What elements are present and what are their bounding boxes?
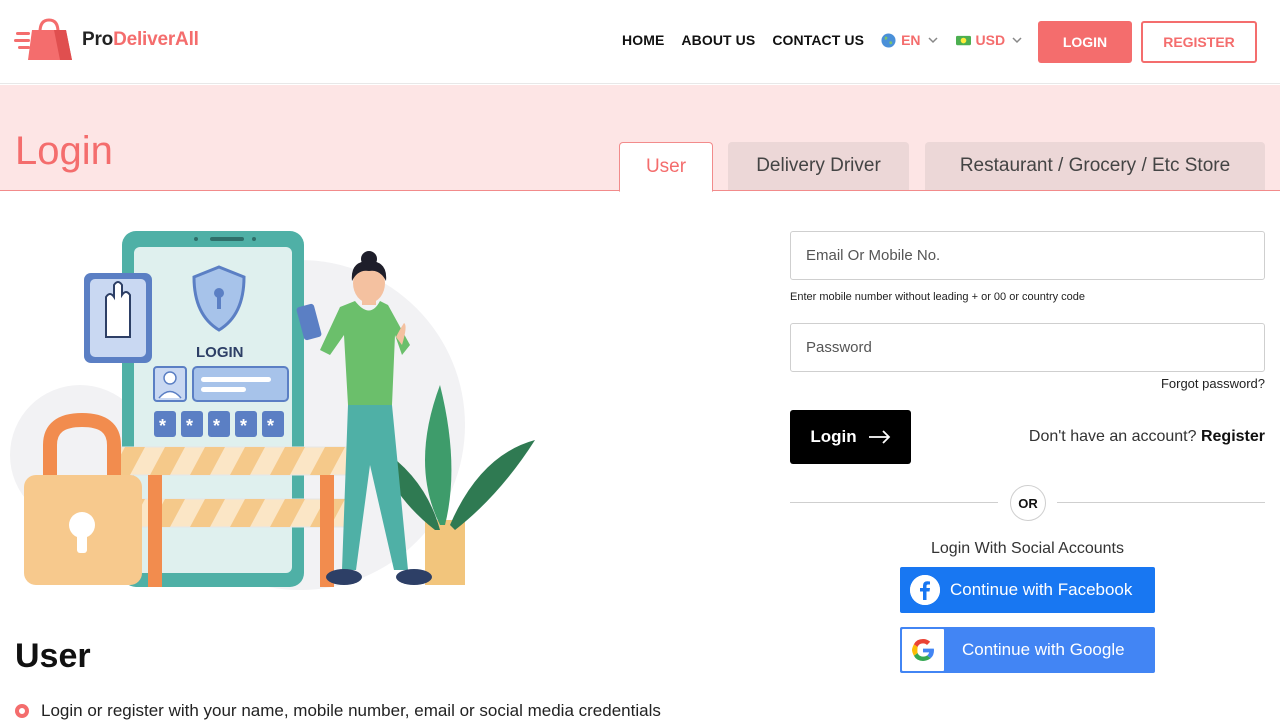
currency-value: USD: [975, 32, 1006, 48]
language-value: EN: [901, 32, 921, 48]
login-illustration: LOGIN * * * * *: [10, 231, 535, 590]
tab-delivery-driver[interactable]: Delivery Driver: [728, 142, 909, 190]
google-login-button[interactable]: Continue with Google: [900, 627, 1155, 673]
no-account-text: Don't have an account? Register: [1028, 428, 1265, 445]
social-login-title: Login With Social Accounts: [931, 540, 1124, 557]
site-header: ProDeliverAll HOME ABOUT US CONTACT US E…: [0, 0, 1280, 84]
password-input[interactable]: [790, 323, 1265, 372]
globe-icon: [881, 32, 896, 48]
chevron-down-icon: [927, 37, 938, 44]
brand-name: ProDeliverAll: [82, 29, 199, 50]
email-mobile-input[interactable]: [790, 231, 1265, 280]
money-icon: [955, 35, 971, 45]
section-heading: User: [15, 637, 91, 675]
page-banner: Login User Delivery Driver Restaurant / …: [0, 85, 1280, 192]
email-hint: Enter mobile number without leading + or…: [790, 291, 1086, 303]
nav-home[interactable]: HOME: [622, 32, 664, 48]
nav-contact-us[interactable]: CONTACT US: [772, 32, 864, 48]
svg-text:*: *: [240, 416, 247, 436]
or-separator: OR: [1010, 485, 1046, 521]
login-button-label: Login: [810, 427, 857, 446]
divider-right: [1057, 502, 1265, 503]
illustration-login-label: LOGIN: [196, 344, 244, 361]
shopping-bag-icon: [14, 18, 72, 60]
login-submit-button[interactable]: Login: [790, 410, 911, 464]
svg-text:*: *: [213, 416, 220, 436]
arrow-right-icon: [868, 430, 890, 444]
page-title: Login: [15, 129, 113, 173]
bullet-icon: [15, 704, 29, 718]
google-icon: [902, 629, 944, 671]
facebook-button-label: Continue with Facebook: [950, 580, 1133, 599]
main-nav: HOME ABOUT US CONTACT US EN USD: [622, 32, 1040, 48]
register-link[interactable]: Register: [1201, 428, 1265, 445]
language-selector[interactable]: EN: [881, 32, 938, 48]
tab-store[interactable]: Restaurant / Grocery / Etc Store: [925, 142, 1265, 190]
svg-text:*: *: [186, 416, 193, 436]
currency-selector[interactable]: USD: [955, 32, 1023, 48]
feature-bullet: Login or register with your name, mobile…: [15, 701, 661, 721]
brand-logo[interactable]: ProDeliverAll: [14, 18, 199, 62]
nav-about-us[interactable]: ABOUT US: [681, 32, 755, 48]
facebook-icon: [910, 575, 940, 605]
header-register-button[interactable]: REGISTER: [1141, 21, 1257, 63]
svg-text:*: *: [267, 416, 274, 436]
svg-text:*: *: [159, 416, 166, 436]
tab-user[interactable]: User: [619, 142, 713, 192]
google-button-label: Continue with Google: [962, 640, 1125, 659]
divider-left: [790, 502, 998, 503]
chevron-down-icon: [1012, 37, 1022, 44]
header-login-button[interactable]: LOGIN: [1038, 21, 1132, 63]
forgot-password-link[interactable]: Forgot password?: [1100, 376, 1265, 391]
bullet-text: Login or register with your name, mobile…: [41, 701, 661, 720]
facebook-login-button[interactable]: Continue with Facebook: [900, 567, 1155, 613]
